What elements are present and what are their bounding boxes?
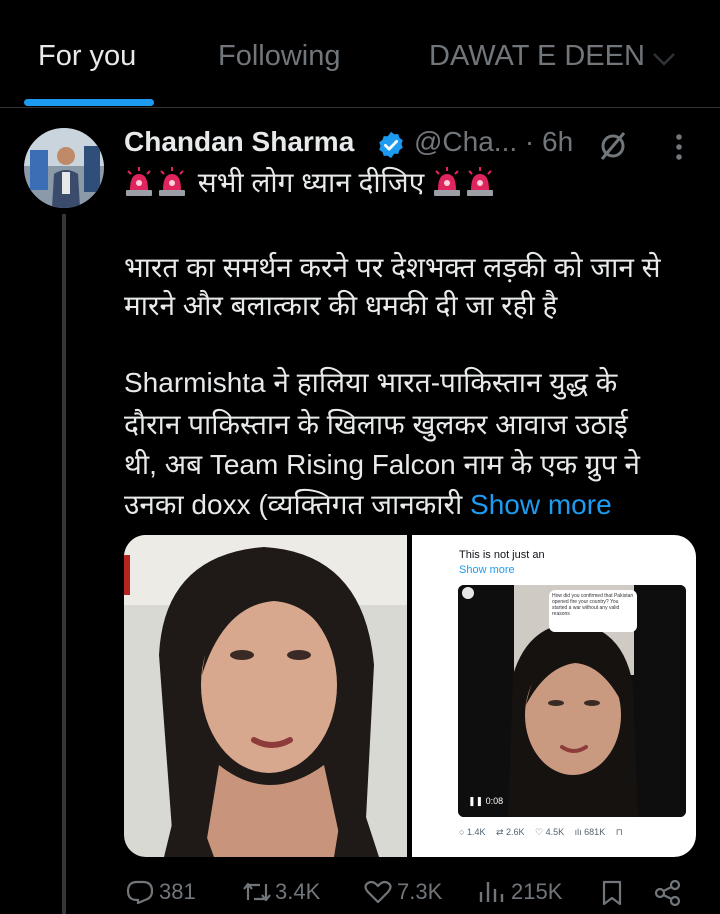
like-count: 7.3K bbox=[397, 879, 443, 904]
embedded-video: How did you confirmed that Pakistan open… bbox=[458, 585, 686, 817]
more-options-icon[interactable] bbox=[670, 132, 688, 162]
video-timestamp: ❚❚ 0:08 bbox=[468, 796, 503, 807]
embedded-bookmark-icon: ⊓ bbox=[615, 827, 623, 837]
embedded-view-count: ılı 681K bbox=[574, 827, 606, 837]
embedded-reply-count: ○ 1.4K bbox=[459, 827, 486, 837]
police-light-icon bbox=[159, 167, 185, 196]
grok-icon[interactable] bbox=[597, 130, 629, 162]
police-light-icon bbox=[466, 167, 493, 196]
active-tab-indicator bbox=[24, 99, 154, 106]
pause-icon: ❚❚ bbox=[468, 796, 484, 806]
tweet-text-line: भारत का समर्थन करने पर देशभक्त लड़की को … bbox=[124, 252, 661, 283]
tab-for-you[interactable]: For you bbox=[38, 40, 136, 73]
tweet-text-segment: सभी लोग ध्यान दीजिए bbox=[197, 167, 425, 198]
media-screenshot[interactable]: This is not just an Show more How did yo… bbox=[412, 535, 696, 857]
views-chart-icon bbox=[479, 882, 504, 902]
tab-following[interactable]: Following bbox=[218, 40, 341, 73]
heart-icon bbox=[364, 880, 392, 904]
author-handle[interactable]: @Cha... · 6h bbox=[414, 126, 573, 158]
share-icon bbox=[654, 880, 681, 906]
verified-badge-icon bbox=[379, 131, 403, 159]
video-time-text: 0:08 bbox=[485, 796, 504, 806]
author-name[interactable]: Chandan Sharma bbox=[124, 126, 354, 158]
reply-icon bbox=[126, 880, 154, 904]
avatar[interactable] bbox=[24, 128, 104, 208]
tweet-text-line: Sharmishta ने हालिया भारत-पाकिस्तान युद्… bbox=[124, 367, 618, 398]
media-image[interactable] bbox=[124, 535, 407, 857]
tweet-text-line: सभी लोग ध्यान दीजिए bbox=[124, 164, 498, 202]
repost-count: 3.4K bbox=[275, 879, 321, 904]
tweet-text-line: थी, अब Team Rising Falcon नाम के एक ग्रु… bbox=[124, 449, 640, 480]
reply-count: 381 bbox=[159, 879, 196, 904]
tweet-text-line: उनका doxx (व्यक्तिगत जानकारी Show more bbox=[124, 486, 612, 524]
tweet-text-segment: उनका doxx (व्यक्तिगत जानकारी bbox=[124, 489, 463, 520]
handle-text: @Cha... bbox=[414, 126, 518, 157]
repost-icon bbox=[243, 882, 271, 902]
bookmark-icon bbox=[602, 880, 622, 906]
timeline-tabs: For you Following DAWAT E DEEN bbox=[0, 0, 720, 108]
tab-dawat-e-deen[interactable]: DAWAT E DEEN bbox=[429, 40, 645, 73]
tweet-text-line: दौरान पाकिस्तान के खिलाफ खुलकर आवाज उठाई bbox=[124, 409, 628, 440]
embedded-show-more: Show more bbox=[459, 564, 515, 576]
police-light-icon bbox=[433, 167, 460, 196]
divider bbox=[0, 107, 720, 108]
thread-line bbox=[62, 214, 66, 914]
embedded-repost-count: ⇄ 2.6K bbox=[495, 827, 525, 837]
police-light-icon bbox=[126, 167, 152, 196]
view-count: 215K bbox=[511, 879, 563, 904]
embedded-post-text: This is not just an bbox=[459, 549, 545, 561]
embedded-stats: ○ 1.4K ⇄ 2.6K ♡ 4.5K ılı 681K ⊓ bbox=[459, 827, 631, 838]
tweet-text-line: मारने और बलात्कार की धमकी दी जा रही है bbox=[124, 290, 558, 321]
embedded-like-count: ♡ 4.5K bbox=[535, 827, 565, 837]
chevron-down-icon[interactable] bbox=[652, 52, 676, 66]
show-more-link[interactable]: Show more bbox=[470, 489, 612, 520]
timestamp[interactable]: · 6h bbox=[525, 126, 573, 157]
embedded-reply-bubble: How did you confirmed that Pakistan open… bbox=[549, 590, 637, 632]
